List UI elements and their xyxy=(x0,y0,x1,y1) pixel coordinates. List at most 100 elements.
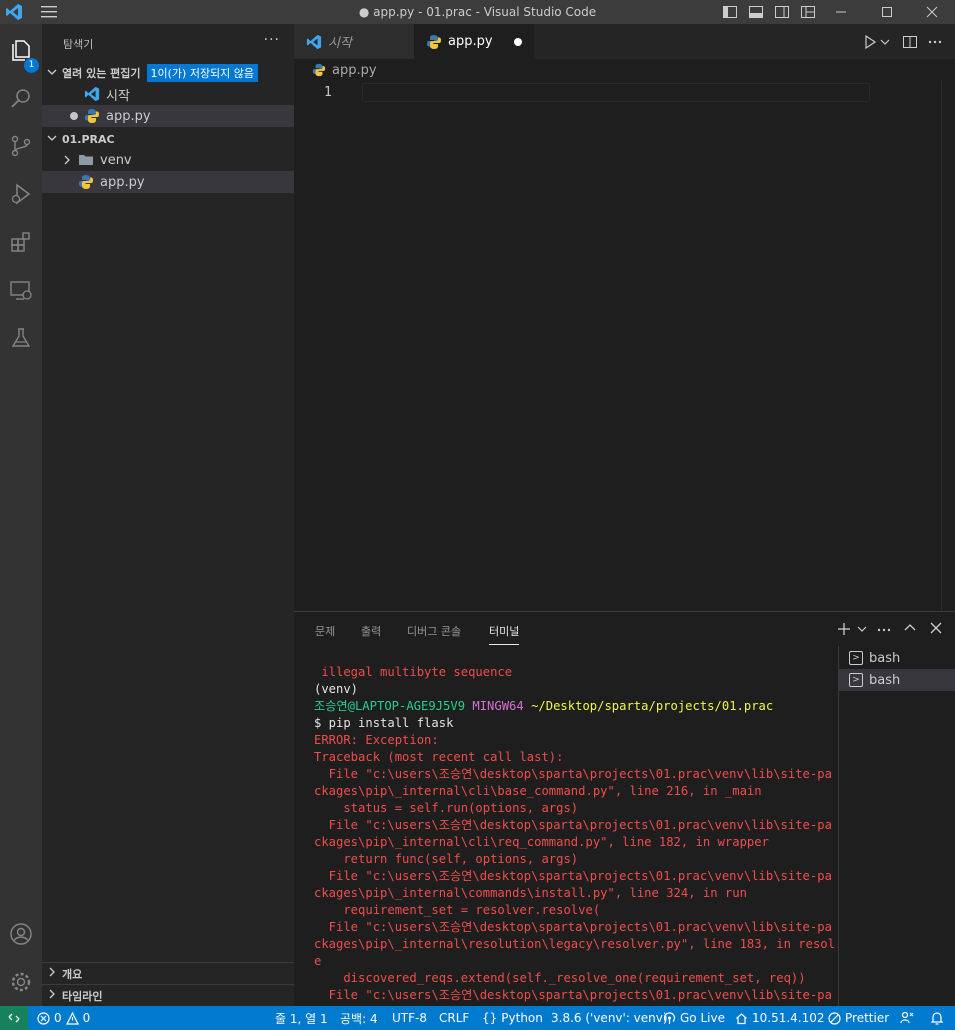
terminal-output[interactable]: illegal multibyte sequence (venv) 조승연@LAPT… xyxy=(314,664,834,1007)
tree-item-app-py[interactable]: app.py xyxy=(42,171,294,193)
terminal-item-bash[interactable]: > bash xyxy=(839,647,955,669)
terminal-line: File "c:\users\조승연\desktop\sparta\projec… xyxy=(314,766,834,783)
prettier-status[interactable]: Prettier xyxy=(828,1010,889,1026)
explorer-icon[interactable]: 1 xyxy=(4,33,39,73)
settings-gear-icon[interactable] xyxy=(4,965,38,999)
terminal-text: illegal multibyte sequence xyxy=(314,665,513,679)
source-control-icon[interactable] xyxy=(4,129,38,163)
terminal-line: discovered_reqs.extend(self._resolve_one… xyxy=(314,970,834,987)
remote-indicator-icon[interactable] xyxy=(0,1006,28,1030)
toggle-secondary-sidebar-icon[interactable] xyxy=(774,4,790,20)
code-editor[interactable]: 1 xyxy=(294,81,955,611)
tab-app-py[interactable]: app.py xyxy=(414,24,534,59)
customize-layout-icon[interactable] xyxy=(800,4,816,20)
terminal-list: > bash > bash xyxy=(838,646,955,1007)
sidebar-title: 탐색기 xyxy=(63,38,94,51)
terminal-line: ckages\pip\_internal\resolution\legacy\r… xyxy=(314,936,834,953)
prettier-disabled-icon xyxy=(828,1011,841,1025)
maximize-panel-chevron-up-icon[interactable] xyxy=(902,622,918,638)
title-bar: ● app.py - 01.prac - Visual Studio Code xyxy=(0,0,955,24)
open-editor-label: 시작 xyxy=(106,88,130,104)
terminal-line: ckages\pip\_internal\cli\base_command.py… xyxy=(314,783,834,800)
editor-scrollbar[interactable] xyxy=(941,81,955,611)
terminal-text: ckages\pip\_internal\cli\base_command.py… xyxy=(314,784,762,798)
open-editors-header[interactable]: 열려 있는 편집기 1이(가) 저장되지 않음 xyxy=(42,62,294,84)
new-terminal-plus-icon[interactable] xyxy=(836,622,852,638)
account-icon[interactable] xyxy=(4,917,38,951)
run-debug-icon[interactable] xyxy=(4,177,38,211)
current-line-highlight[interactable] xyxy=(362,83,870,102)
language-label: Python xyxy=(501,1011,543,1025)
tab-debug-console[interactable]: 디버그 콘솔 xyxy=(407,623,461,639)
panel-more-actions-icon[interactable] xyxy=(876,622,892,638)
terminal-text: MINGW64 xyxy=(472,699,532,713)
terminal-icon: > xyxy=(849,673,863,687)
chevron-right-icon xyxy=(60,152,74,168)
outline-section-header[interactable]: 개요 xyxy=(42,962,294,984)
braces-icon: {} xyxy=(482,1011,498,1025)
remote-explorer-icon[interactable] xyxy=(4,273,38,307)
open-editor-item-start[interactable]: 시작 xyxy=(42,83,294,105)
editor-more-actions-icon[interactable] xyxy=(927,34,943,50)
unsaved-dot-icon[interactable] xyxy=(514,38,522,46)
warning-count: 0 xyxy=(82,1011,91,1025)
minimize-button[interactable] xyxy=(818,0,864,24)
tab-output[interactable]: 출력 xyxy=(361,623,381,639)
split-editor-icon[interactable] xyxy=(902,34,918,50)
breadcrumb[interactable]: app.py xyxy=(294,59,955,81)
encoding[interactable]: UTF-8 xyxy=(392,1010,427,1026)
timeline-label: 타임라인 xyxy=(62,989,103,1003)
language-mode[interactable]: {} Python xyxy=(482,1010,543,1026)
toggle-panel-icon[interactable] xyxy=(748,4,764,20)
problems-status[interactable]: 0 0 xyxy=(37,1010,90,1026)
extensions-icon[interactable] xyxy=(4,225,38,259)
terminal-line: e xyxy=(314,953,834,970)
tab-problems[interactable]: 문제 xyxy=(315,623,335,639)
tab-label: 시작 xyxy=(328,36,352,51)
tree-item-label: app.py xyxy=(100,174,145,190)
terminal-line: File "c:\users\조승연\desktop\sparta\projec… xyxy=(314,919,834,936)
chevron-right-icon xyxy=(42,989,62,1002)
end-of-line[interactable]: CRLF xyxy=(439,1010,469,1026)
indentation[interactable]: 공백: 4 xyxy=(340,1010,378,1026)
python-icon xyxy=(78,174,94,190)
timeline-section-header[interactable]: 타임라인 xyxy=(42,984,294,1006)
terminal-text: ckages\pip\_internal\resolution\legacy\r… xyxy=(314,937,834,951)
run-python-file-icon[interactable] xyxy=(862,34,878,50)
ip-address[interactable]: 10.51.4.102 xyxy=(735,1010,825,1026)
maximize-button[interactable] xyxy=(864,0,910,24)
cursor-position[interactable]: 줄 1, 열 1 xyxy=(275,1010,328,1026)
testing-icon[interactable] xyxy=(4,321,38,355)
vscode-icon xyxy=(306,34,322,50)
terminal-line: status = self.run(options, args) xyxy=(314,800,834,817)
terminal-text: (venv) xyxy=(314,682,359,696)
terminal-profile-chevron-down-icon[interactable] xyxy=(854,622,870,638)
folder-header[interactable]: 01.PRAC xyxy=(42,128,294,150)
open-editor-item-app-py[interactable]: app.py xyxy=(42,105,294,127)
tab-label: app.py xyxy=(448,34,493,49)
run-options-chevron-down-icon[interactable] xyxy=(879,34,895,50)
terminal-item-bash[interactable]: > bash xyxy=(839,669,955,691)
go-live-button[interactable]: Go Live xyxy=(663,1010,725,1026)
dirty-dot-icon[interactable] xyxy=(70,112,78,120)
more-actions-icon[interactable]: ··· xyxy=(264,32,280,48)
terminal-item-label: bash xyxy=(869,672,901,688)
tab-terminal[interactable]: 터미널 xyxy=(489,623,520,645)
tab-start[interactable]: 시작 xyxy=(294,24,414,59)
terminal-text: ~/Desktop/sparta/projects/01.prac xyxy=(531,699,774,713)
terminal-line: requirement_set = resolver.resolve( xyxy=(314,902,834,919)
close-panel-icon[interactable] xyxy=(928,622,944,638)
toggle-primary-sidebar-icon[interactable] xyxy=(722,4,738,20)
broadcast-icon xyxy=(663,1011,676,1025)
line-number: 1 xyxy=(324,85,332,100)
close-window-button[interactable] xyxy=(909,0,955,24)
terminal-text: File "c:\users\조승연\desktop\sparta\projec… xyxy=(314,920,832,934)
notifications-bell-icon[interactable] xyxy=(930,1010,944,1026)
terminal-text: File "c:\users\조승연\desktop\sparta\projec… xyxy=(314,767,832,781)
editor-tab-bar: 시작 app.py xyxy=(294,24,955,59)
python-interpreter[interactable]: 3.8.6 ('venv': venv) xyxy=(551,1010,668,1026)
tree-item-venv[interactable]: venv xyxy=(42,149,294,171)
prettier-label: Prettier xyxy=(845,1011,890,1025)
search-icon[interactable] xyxy=(4,81,38,115)
feedback-icon[interactable] xyxy=(900,1010,914,1026)
